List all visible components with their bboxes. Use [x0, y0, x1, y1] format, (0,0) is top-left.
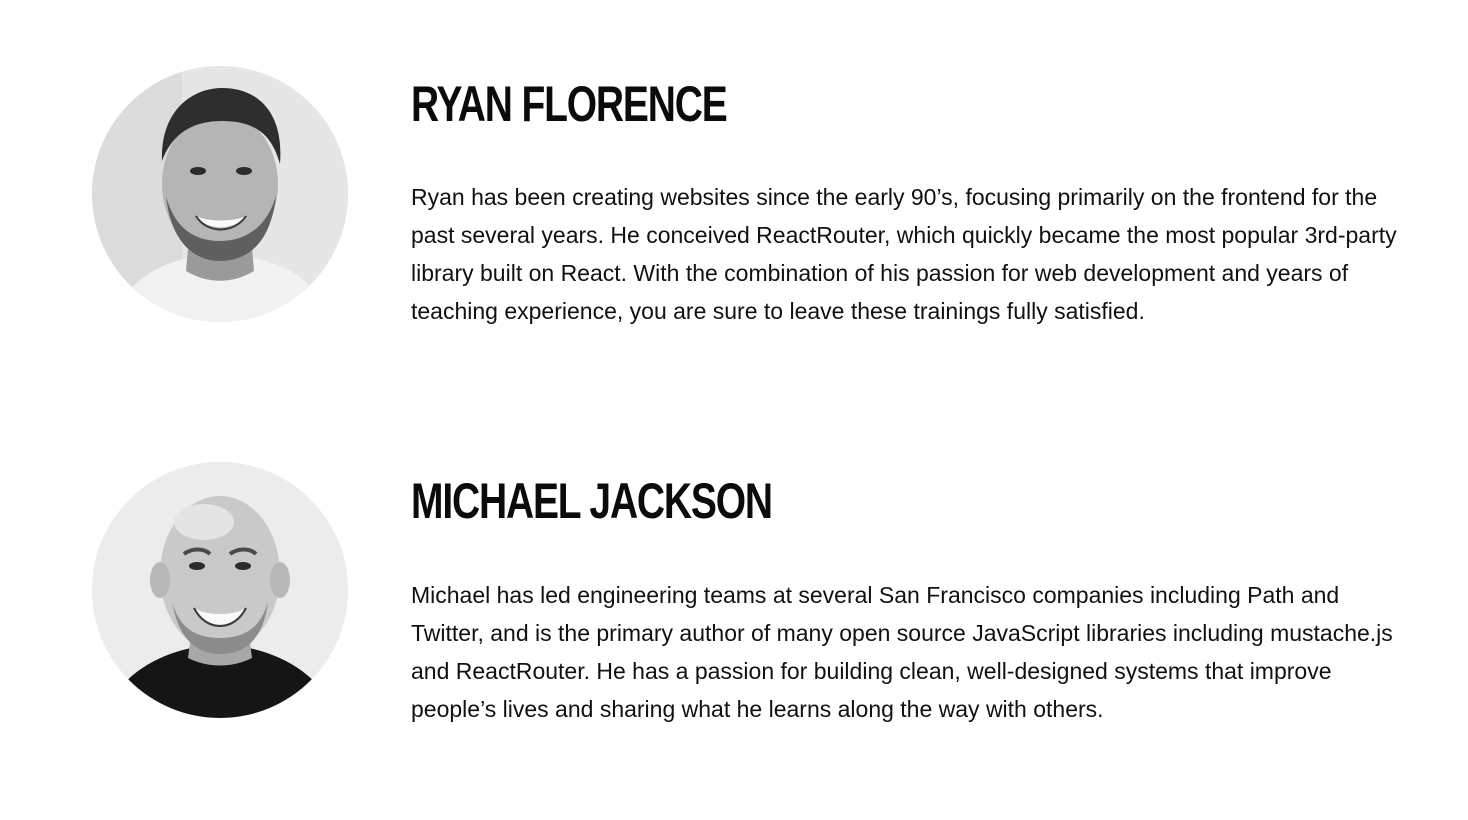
- instructor-description: Michael has led engineering teams at sev…: [411, 582, 1393, 722]
- instructor-name: RYAN FLORENCE: [411, 76, 728, 132]
- instructor-description: Ryan has been creating websites since th…: [411, 184, 1397, 324]
- instructor-name: MICHAEL JACKSON: [411, 473, 773, 529]
- avatar-photo: [92, 462, 348, 718]
- avatar-photo: [92, 66, 348, 322]
